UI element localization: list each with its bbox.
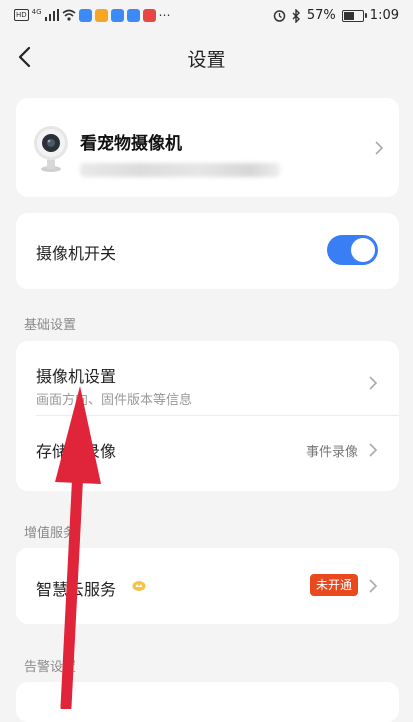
page-title: 设置 (187, 49, 226, 71)
page-header: 设置 (0, 32, 413, 82)
section-label-value-added: 增值服务 (24, 526, 77, 541)
camera-settings-row[interactable]: 摄像机设置 画面方向、固件版本等信息 (16, 341, 399, 415)
app-notification-icon (78, 8, 92, 22)
camera-switch-label: 摄像机开关 (36, 244, 117, 263)
battery-percent: 57% (306, 8, 336, 23)
vip-crown-icon (132, 581, 146, 591)
device-name: 看宠物摄像机 (80, 134, 182, 154)
camera-device-icon (34, 126, 68, 172)
basic-settings-card: 摄像机设置 画面方向、固件版本等信息 存储与录像 事件录像 (16, 341, 399, 491)
storage-recording-value: 事件录像 (305, 445, 358, 460)
alert-settings-card (16, 682, 399, 722)
app-notification-icon (126, 8, 140, 22)
alarm-icon (273, 10, 286, 22)
app-notification-icon (142, 8, 156, 22)
value-added-card: 智慧云服务 未开通 (16, 548, 399, 624)
chevron-right-icon (369, 443, 378, 457)
chevron-right-icon (369, 376, 378, 390)
more-notifications-icon: ⋯ (158, 8, 171, 22)
toggle-knob (351, 238, 375, 262)
app-notification-icon (94, 8, 108, 22)
camera-settings-label: 摄像机设置 (36, 367, 117, 386)
clock: 1:09 (369, 8, 399, 23)
chevron-right-icon (375, 141, 384, 155)
hd-badge: HD (14, 9, 29, 21)
section-label-basic: 基础设置 (24, 318, 77, 333)
camera-settings-sub: 画面方向、固件版本等信息 (36, 393, 193, 408)
device-card[interactable]: 看宠物摄像机 (16, 98, 399, 197)
signal-4g-label: 4G (31, 8, 42, 16)
status-right: 57% 1:09 (273, 8, 399, 23)
storage-recording-row[interactable]: 存储与录像 事件录像 (16, 416, 399, 491)
chevron-right-icon (369, 579, 378, 593)
signal-icon (44, 9, 59, 21)
wifi-icon (62, 9, 76, 21)
status-left: HD 4G ⋯ (14, 8, 171, 22)
device-id-redacted (80, 163, 280, 177)
camera-switch-toggle[interactable] (327, 235, 378, 265)
bluetooth-icon (292, 8, 300, 23)
app-notification-icon (110, 8, 124, 22)
camera-switch-card: 摄像机开关 (16, 213, 399, 289)
not-activated-badge: 未开通 (309, 574, 358, 596)
cloud-service-label: 智慧云服务 (36, 580, 117, 599)
battery-level (343, 11, 354, 20)
cloud-service-row[interactable]: 智慧云服务 未开通 (16, 548, 399, 624)
section-label-alert: 告警设置 (24, 660, 77, 675)
status-bar: HD 4G ⋯ 57% 1:09 (0, 0, 413, 32)
battery-icon (341, 9, 367, 22)
storage-recording-label: 存储与录像 (36, 442, 117, 461)
